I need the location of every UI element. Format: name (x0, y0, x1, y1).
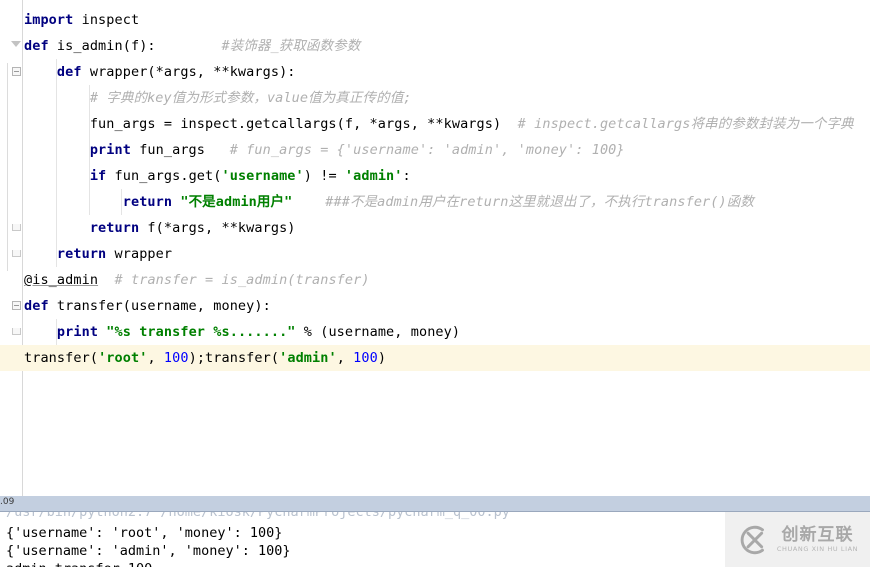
code-token-str: 'admin' (344, 168, 403, 184)
gutter-fold-rail (7, 63, 8, 271)
code-line[interactable]: transfer('root', 100);transfer('admin', … (24, 345, 386, 371)
code-token-str: 'root' (98, 350, 148, 366)
code-token-plain: % (username, money) (295, 324, 461, 340)
code-token-plain: fun_args.get( (106, 168, 222, 184)
code-token-plain: inspect (73, 12, 140, 28)
code-token-kw: def (24, 298, 49, 314)
fold-end-icon[interactable] (12, 250, 21, 257)
fold-minus-icon[interactable] (12, 301, 21, 310)
console-output-line: admin transfer 100....... (6, 560, 209, 567)
watermark: 创新互联 CHUANG XIN HU LIAN (725, 512, 870, 567)
code-token-num: 100 (163, 350, 189, 366)
cx-logo-icon (740, 525, 764, 554)
code-line[interactable]: import inspect (24, 7, 139, 33)
editor-gutter[interactable] (0, 0, 23, 496)
watermark-text: 创新互联 CHUANG XIN HU LIAN (776, 524, 859, 554)
code-token-plain: fun_args (130, 142, 230, 158)
divider-label: .09 (0, 497, 15, 507)
fold-end-icon[interactable] (12, 328, 21, 335)
code-editor[interactable]: import inspect def is_admin(f): #装饰器_获取函数… (0, 0, 870, 496)
code-line[interactable]: def is_admin(f): #装饰器_获取函数参数 (24, 33, 360, 59)
console-command-line: /usr/bin/python2.7 /home/kiosk/PycharmPr… (6, 512, 510, 520)
code-token-str: 'admin' (279, 350, 337, 366)
code-token-kw: return (122, 194, 173, 210)
code-token-plain: , (147, 350, 164, 366)
code-line[interactable]: return f(*args, **kwargs) (24, 215, 296, 241)
fold-collapse-icon[interactable] (9, 67, 21, 79)
code-token-cmt: # transfer = is_admin(transfer) (114, 272, 370, 288)
fold-end-icon[interactable] (12, 224, 21, 231)
fold-collapse-icon[interactable] (9, 41, 21, 53)
code-line[interactable]: fun_args = inspect.getcallargs(f, *args,… (24, 111, 854, 137)
code-token-cmt: ###不是admin用户在return这里就退出了，不执行transfer()函… (325, 194, 754, 210)
code-line[interactable]: @is_admin # transfer = is_admin(transfer… (24, 267, 370, 293)
fold-block-end-icon[interactable] (9, 223, 21, 235)
code-line[interactable]: print fun_args # fun_args = {'username':… (24, 137, 625, 163)
code-token-kw: import (24, 12, 74, 28)
code-token-str: "%s transfer %s......." (106, 324, 296, 340)
fold-block-end-icon[interactable] (9, 327, 21, 339)
console-output-line: {'username': 'admin', 'money': 100} (6, 543, 291, 559)
editor-console-divider[interactable]: .09 (0, 496, 870, 512)
code-token-kw: def (24, 38, 49, 54)
code-token-plain: wrapper (106, 246, 173, 262)
code-token-plain: transfer( (24, 350, 99, 366)
code-token-plain: );transfer( (188, 350, 280, 366)
code-line[interactable]: # 字典的key值为形式参数，value值为真正传的值; (24, 85, 412, 111)
code-token-kw: if (89, 168, 107, 184)
code-token-plain: , (336, 350, 354, 366)
code-line[interactable]: def wrapper(*args, **kwargs): (24, 59, 296, 85)
code-line[interactable]: print "%s transfer %s......." % (usernam… (24, 319, 460, 345)
watermark-chinese: 创新互联 (781, 524, 854, 545)
code-token-cmt: # inspect.getcallargs将串的参数封装为一个字典 (517, 116, 854, 132)
code-line[interactable]: return wrapper (24, 241, 172, 267)
code-token-cmt: # fun_args = {'username': 'admin', 'mone… (229, 142, 625, 158)
code-token-kw: print (56, 324, 99, 340)
code-token-plain: f(*args, **kwargs) (139, 220, 296, 236)
code-token-plain: fun_args = inspect.getcallargs(f, *args,… (24, 116, 518, 132)
code-line[interactable]: if fun_args.get('username') != 'admin': (24, 163, 411, 189)
watermark-pinyin: CHUANG XIN HU LIAN (776, 544, 859, 553)
code-token-plain: transfer(username, money): (48, 298, 271, 314)
code-token-plain: wrapper(*args, **kwargs): (81, 64, 296, 80)
code-line[interactable]: return "不是admin用户" ###不是admin用户在return这里… (24, 189, 754, 215)
code-token-cmt: # 字典的key值为形式参数，value值为真正传的值; (24, 90, 412, 106)
pycharm-screenshot: import inspect def is_admin(f): #装饰器_获取函数… (0, 0, 870, 567)
code-token-kw: return (89, 220, 140, 236)
code-token-kw: print (89, 142, 131, 158)
code-line[interactable]: def transfer(username, money): (24, 293, 271, 319)
fold-minus-icon[interactable] (12, 67, 21, 76)
code-token-str: "不是admin用户" (180, 194, 293, 210)
code-token-cmt: #装饰器_获取函数参数 (221, 38, 361, 54)
code-token-plain: ) != (303, 168, 345, 184)
code-token-kw: return (56, 246, 107, 262)
console-output-line: {'username': 'root', 'money': 100} (6, 525, 283, 541)
chevron-down-icon[interactable] (11, 41, 21, 47)
fold-collapse-icon[interactable] (9, 301, 21, 313)
code-content[interactable]: import inspect def is_admin(f): #装饰器_获取函数… (22, 0, 870, 496)
code-token-plain: is_admin(f): (48, 38, 222, 54)
code-token-num: 100 (353, 350, 378, 366)
code-token-kw: def (56, 64, 82, 80)
code-token-str: 'username' (221, 168, 304, 184)
caret-line-gutter-highlight (0, 345, 22, 371)
fold-block-end-icon[interactable] (9, 249, 21, 261)
code-token-plain: : (402, 168, 411, 184)
code-token-plain: ) (377, 350, 387, 366)
code-token-dec: @is_admin (24, 272, 99, 288)
